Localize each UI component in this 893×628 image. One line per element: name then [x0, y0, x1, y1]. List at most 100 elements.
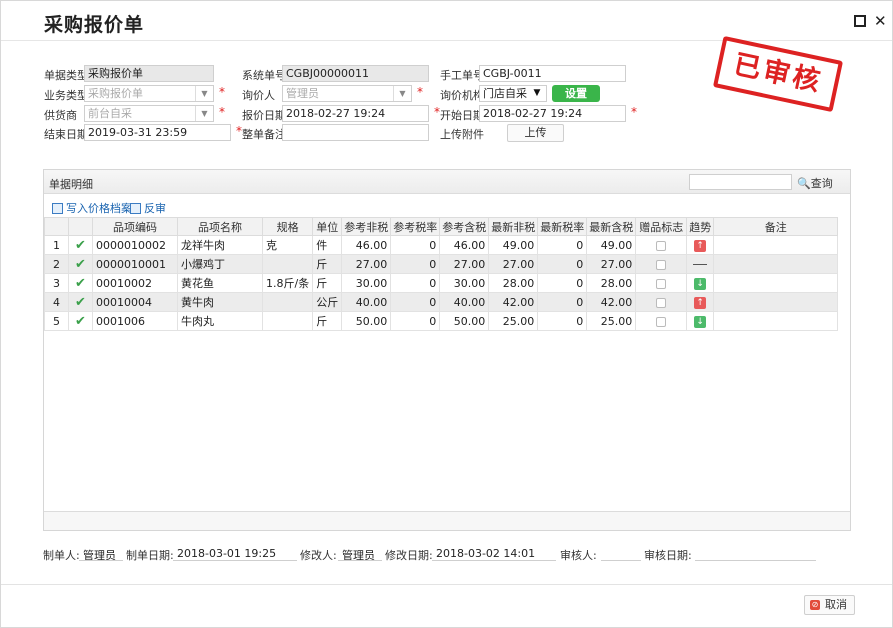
column-header[interactable]: 单位	[312, 217, 343, 236]
unaudit-button[interactable]: 反审	[130, 200, 166, 216]
detail-panel-header: 单据明细 🔍查询	[44, 170, 850, 194]
remark-cell[interactable]	[713, 311, 839, 331]
chevron-down-icon[interactable]: ▼	[393, 86, 411, 101]
table-row[interactable]: 5 ✔ 0001006 牛肉丸斤 50.00 0 50.00 25.00 0 25.00 ↓	[44, 311, 839, 331]
item-code: 0000010002	[92, 235, 178, 255]
required-mark: *	[417, 85, 423, 99]
item-name: 小爆鸡丁	[177, 254, 263, 274]
maximize-icon[interactable]	[854, 15, 866, 27]
column-header[interactable]: 参考税率	[390, 217, 441, 236]
supplier-select[interactable]: 前台自采 ▼	[84, 105, 214, 122]
table-row[interactable]: 2 ✔ 0000010001 小爆鸡丁斤 27.00 0 27.00 27.00 0 27.00	[44, 254, 839, 274]
new-net-price: 25.00	[488, 311, 539, 331]
status-check-icon: ✔	[68, 311, 93, 331]
column-header[interactable]: 趋势	[686, 217, 715, 236]
remark-cell[interactable]	[713, 292, 839, 312]
trend-icon: ↑	[686, 235, 715, 255]
new-gross-price: 49.00	[586, 235, 637, 255]
table-row[interactable]: 4 ✔ 00010004 黄牛肉 公斤 40.00 0 40.00 42.00 0 42.00 ↑	[44, 292, 839, 312]
gift-checkbox[interactable]	[635, 273, 688, 293]
column-header[interactable]	[44, 217, 69, 236]
doc-type-field[interactable]: 采购报价单	[84, 65, 214, 82]
row-number: 2	[44, 254, 69, 274]
modifier-label: 修改人:	[300, 549, 337, 562]
gift-checkbox[interactable]	[635, 292, 688, 312]
bottom-divider	[1, 584, 892, 585]
trend-down-icon: ↓	[694, 277, 707, 290]
column-header[interactable]	[68, 217, 93, 236]
manual-no-field[interactable]: CGBJ-0011	[479, 65, 626, 82]
trend-flat-icon	[693, 264, 708, 265]
chevron-down-icon[interactable]: ▼	[195, 106, 213, 121]
quote-date-label: 报价日期	[242, 109, 286, 122]
create-date-value: 2018-03-01 19:25	[177, 547, 277, 560]
biz-type-select[interactable]: 采购报价单 ▼	[84, 85, 214, 102]
unaudit-icon	[130, 203, 141, 214]
item-unit: 斤	[312, 273, 343, 293]
inquirer-select[interactable]: 管理员 ▼	[282, 85, 412, 102]
search-button-label: 查询	[810, 177, 833, 190]
create-date-underline	[173, 560, 297, 561]
remark-cell[interactable]	[713, 235, 839, 255]
column-header[interactable]: 最新税率	[537, 217, 588, 236]
column-header[interactable]: 品项名称	[177, 217, 263, 236]
chevron-down-icon[interactable]: ▼	[528, 86, 546, 101]
write-price-label: 写入价格档案	[66, 202, 132, 215]
item-code: 00010004	[92, 292, 178, 312]
quote-window: 采购报价单 ✕ 已审核 单据类型 采购报价单 系统单号 CGBJ00000011…	[0, 0, 893, 628]
end-date-field[interactable]: 2019-03-31 23:59	[84, 124, 231, 141]
gift-checkbox[interactable]	[635, 311, 688, 331]
ref-net-price: 30.00	[341, 273, 392, 293]
create-date-label: 制单日期:	[126, 549, 174, 562]
ref-net-price: 46.00	[341, 235, 392, 255]
required-mark: *	[219, 105, 225, 119]
ref-net-price: 50.00	[341, 311, 392, 331]
column-header[interactable]: 品项编码	[92, 217, 178, 236]
table-row[interactable]: 1 ✔ 0000010002 龙祥牛肉克件 46.00 0 46.00 49.00 0 49.00…	[44, 235, 839, 255]
new-gross-price: 27.00	[586, 254, 637, 274]
column-header[interactable]: 参考非税	[341, 217, 392, 236]
sys-no-field[interactable]: CGBJ00000011	[282, 65, 429, 82]
column-header[interactable]: 赠品标志	[635, 217, 688, 236]
biz-type-value: 采购报价单	[88, 87, 143, 100]
remark-cell[interactable]	[713, 254, 839, 274]
new-tax-rate: 0	[537, 254, 588, 274]
inquirer-label: 询价人	[242, 89, 275, 102]
item-code: 0000010001	[92, 254, 178, 274]
write-price-button[interactable]: 写入价格档案	[52, 200, 132, 216]
column-header[interactable]: 规格	[261, 217, 314, 236]
close-icon[interactable]: ✕	[874, 14, 887, 29]
column-header[interactable]: 最新非税	[488, 217, 539, 236]
item-code: 00010002	[92, 273, 178, 293]
quote-date-field[interactable]: 2018-02-27 19:24	[282, 105, 429, 122]
grid-scrollbar[interactable]	[44, 511, 850, 530]
search-button[interactable]: 🔍查询	[797, 175, 833, 191]
search-input[interactable]	[689, 174, 792, 190]
upload-button[interactable]: 上传	[507, 124, 564, 142]
remark-cell[interactable]	[713, 273, 839, 293]
inquiry-org-select[interactable]: 门店自采 ▼	[479, 85, 547, 102]
new-net-price: 49.00	[488, 235, 539, 255]
supplier-label: 供货商	[44, 109, 77, 122]
column-header[interactable]: 备注	[713, 217, 839, 236]
ref-gross-price: 30.00	[439, 273, 490, 293]
search-icon: 🔍	[797, 177, 811, 190]
new-net-price: 27.00	[488, 254, 539, 274]
start-date-field[interactable]: 2018-02-27 19:24	[479, 105, 626, 122]
table-row[interactable]: 3 ✔ 00010002 黄花鱼 1.8斤/条斤 30.00 0 30.00 28.00 0 28.…	[44, 273, 839, 293]
inquirer-value: 管理员	[286, 87, 319, 100]
item-unit: 斤	[312, 311, 343, 331]
ref-net-price: 40.00	[341, 292, 392, 312]
gift-checkbox[interactable]	[635, 254, 688, 274]
detail-title: 单据明细	[49, 178, 93, 191]
modify-date-value: 2018-03-02 14:01	[436, 547, 536, 560]
ref-gross-price: 27.00	[439, 254, 490, 274]
chevron-down-icon[interactable]: ▼	[195, 86, 213, 101]
gift-checkbox[interactable]	[635, 235, 688, 255]
column-header[interactable]: 最新含税	[586, 217, 637, 236]
cancel-button[interactable]: ⊘ 取消	[804, 595, 855, 615]
inquiry-org-label: 询价机构	[440, 89, 484, 102]
column-header[interactable]: 参考含税	[439, 217, 490, 236]
settings-button[interactable]: 设置	[552, 85, 600, 102]
remark-field[interactable]	[282, 124, 429, 141]
